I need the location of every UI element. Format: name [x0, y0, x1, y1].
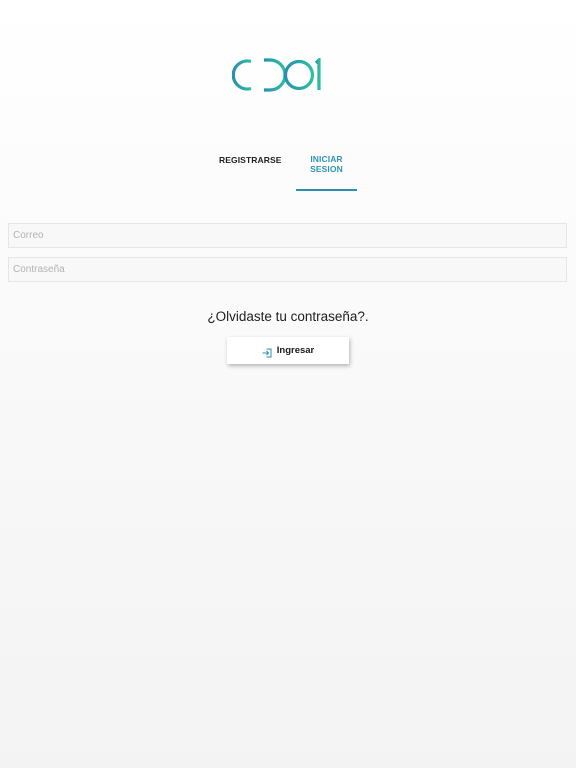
logo-text: CIDOI — [232, 92, 233, 93]
email-field[interactable] — [8, 223, 567, 248]
password-field[interactable] — [8, 257, 567, 282]
login-button[interactable]: Ingresar — [227, 337, 349, 364]
logo-graphic — [232, 58, 321, 92]
tab-register[interactable]: REGISTRARSE — [219, 155, 281, 165]
forgot-password-link[interactable]: ¿Olvidaste tu contraseña?. — [0, 309, 576, 324]
tab-login[interactable]: INICIAR SESION — [296, 154, 357, 174]
login-button-label: Ingresar — [276, 345, 315, 356]
active-tab-indicator — [296, 189, 357, 191]
app-logo: CIDOI — [232, 58, 322, 92]
sign-in-icon — [262, 345, 272, 358]
